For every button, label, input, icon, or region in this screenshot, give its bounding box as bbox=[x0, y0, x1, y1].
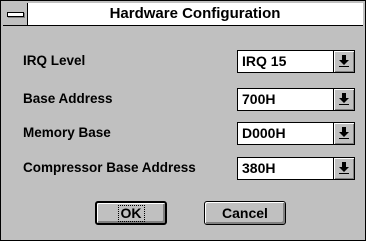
cancel-button[interactable]: Cancel bbox=[204, 201, 286, 225]
base-address-value: 700H bbox=[242, 91, 276, 107]
system-menu-icon[interactable] bbox=[3, 3, 28, 25]
dropdown-arrow-icon bbox=[339, 162, 349, 174]
memory-base-select[interactable]: D000H bbox=[237, 122, 355, 145]
compressor-base-address-dropdown-button[interactable] bbox=[333, 158, 354, 179]
dropdown-arrow-icon bbox=[339, 127, 349, 139]
cancel-button-label: Cancel bbox=[222, 205, 268, 221]
compressor-base-address-label: Compressor Base Address bbox=[23, 160, 196, 175]
title-bar: Hardware Configuration bbox=[3, 3, 363, 26]
memory-base-value: D000H bbox=[242, 125, 286, 141]
hardware-configuration-dialog: Hardware Configuration IRQ Level IRQ 15 … bbox=[0, 0, 366, 241]
compressor-base-address-select[interactable]: 380H bbox=[237, 157, 355, 180]
memory-base-dropdown-button[interactable] bbox=[333, 123, 354, 144]
compressor-base-address-value: 380H bbox=[242, 160, 276, 176]
irq-level-label: IRQ Level bbox=[23, 53, 86, 68]
irq-level-dropdown-button[interactable] bbox=[333, 51, 354, 72]
system-menu-bar bbox=[7, 12, 24, 17]
window-title: Hardware Configuration bbox=[109, 5, 281, 22]
base-address-dropdown-button[interactable] bbox=[333, 89, 354, 110]
base-address-select[interactable]: 700H bbox=[237, 88, 355, 111]
ok-button[interactable]: OK bbox=[95, 201, 167, 225]
irq-level-value: IRQ 15 bbox=[242, 53, 287, 69]
irq-level-select[interactable]: IRQ 15 bbox=[237, 50, 355, 73]
base-address-label: Base Address bbox=[23, 91, 113, 106]
dropdown-arrow-icon bbox=[339, 93, 349, 105]
ok-button-label: OK bbox=[117, 205, 145, 222]
dropdown-arrow-icon bbox=[339, 55, 349, 67]
memory-base-label: Memory Base bbox=[23, 125, 111, 140]
